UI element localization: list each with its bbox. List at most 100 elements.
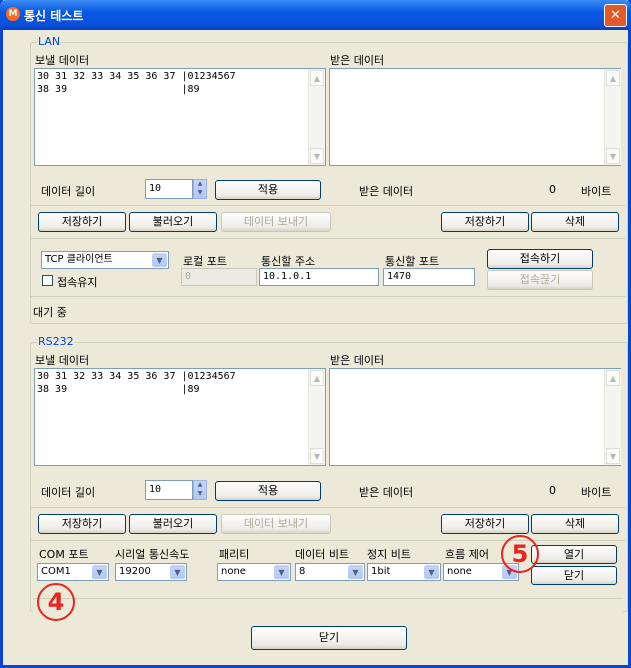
rs232-send-scrollbar[interactable]: ▲ ▼ (308, 369, 325, 465)
lan-bytes-label: 바이트 (581, 185, 612, 198)
annotation-circle-4: 4 (37, 583, 75, 621)
lan-recv-data-count-label: 받은 데이터 (359, 185, 414, 198)
rs232-status-bar (33, 598, 623, 615)
rs232-data-length-input[interactable]: 10 (145, 480, 193, 500)
lan-port-label: 통신할 포트 (385, 255, 440, 268)
baud-rate-value: 19200 (119, 566, 151, 577)
window-close-button[interactable]: ✕ (604, 4, 627, 27)
flow-control-label: 흐름 제어 (445, 548, 489, 561)
lan-recv-count: 0 (549, 183, 556, 196)
app-icon: M (6, 7, 20, 21)
lan-status-text: 대기 중 (33, 306, 67, 319)
rs232-send-data-label: 보낼 데이터 (35, 354, 90, 367)
lan-delete-button[interactable]: 삭제 (531, 212, 619, 232)
rs232-close-button[interactable]: 닫기 (531, 566, 617, 585)
rs232-recv-count: 0 (549, 484, 556, 497)
rs232-recv-data-count-label: 받은 데이터 (359, 486, 414, 499)
lan-divider-3 (31, 296, 625, 297)
lan-send-scrollbar[interactable]: ▲ ▼ (308, 69, 325, 165)
rs232-group-label: RS232 (37, 335, 75, 348)
lan-send-data-button[interactable]: 데이터 보내기 (221, 212, 331, 232)
data-bits-label: 데이터 비트 (295, 548, 350, 561)
chevron-down-icon[interactable]: ▼ (348, 565, 363, 579)
lan-data-length-input[interactable]: 10 (145, 179, 193, 199)
lan-data-length-spinner[interactable]: ▲ ▼ (193, 179, 207, 199)
baud-rate-select[interactable]: 19200 ▼ (115, 563, 187, 581)
chevron-down-icon[interactable]: ▼ (424, 565, 439, 579)
scroll-up-icon[interactable]: ▲ (606, 70, 620, 86)
lan-divider (31, 205, 625, 206)
stop-bits-select[interactable]: 1bit ▼ (367, 563, 441, 581)
lan-divider-2 (31, 238, 625, 239)
com-port-select[interactable]: COM1 ▼ (37, 563, 109, 581)
rs232-data-length-spinner[interactable]: ▲ ▼ (193, 480, 207, 500)
lan-send-textarea[interactable]: 30 31 32 33 34 35 36 37 |01234567 38 39 … (34, 68, 326, 166)
scroll-down-icon[interactable]: ▼ (606, 148, 620, 164)
rs232-save-button[interactable]: 저장하기 (38, 514, 126, 534)
chevron-down-icon[interactable]: ▼ (152, 253, 167, 267)
window-title: 통신 테스트 (24, 9, 84, 23)
stop-bits-label: 정지 비트 (367, 548, 411, 561)
rs232-recv-textarea[interactable] (329, 368, 621, 466)
lan-save-recv-button[interactable]: 저장하기 (441, 212, 529, 232)
rs232-save-recv-button[interactable]: 저장하기 (441, 514, 529, 534)
stop-bits-value: 1bit (371, 566, 391, 577)
chevron-down-icon[interactable]: ▼ (92, 565, 107, 579)
rs232-delete-button[interactable]: 삭제 (531, 514, 619, 534)
annotation-circle-5: 5 (501, 535, 539, 573)
lan-data-length-label: 데이터 길이 (41, 185, 96, 198)
data-bits-select[interactable]: 8 ▼ (295, 563, 365, 581)
lan-load-button[interactable]: 불러오기 (129, 212, 217, 232)
lan-mode-select[interactable]: TCP 클라이언트 ▼ (41, 251, 169, 269)
lan-keep-alive-label[interactable]: 접속유지 (57, 274, 97, 290)
rs232-send-data-button[interactable]: 데이터 보내기 (221, 514, 331, 534)
spin-up-icon[interactable]: ▲ (194, 180, 206, 189)
parity-label: 패리티 (219, 548, 250, 561)
lan-local-port-input[interactable]: 0 (181, 268, 257, 286)
scroll-down-icon[interactable]: ▼ (310, 448, 324, 464)
lan-mode-value: TCP 클라이언트 (45, 254, 113, 265)
lan-recv-scrollbar[interactable]: ▲ ▼ (604, 69, 621, 165)
lan-group-label: LAN (37, 35, 62, 48)
lan-recv-data-label: 받은 데이터 (330, 54, 385, 67)
parity-select[interactable]: none ▼ (217, 563, 291, 581)
lan-recv-textarea[interactable] (329, 68, 621, 166)
chevron-down-icon[interactable]: ▼ (274, 565, 289, 579)
lan-disconnect-button[interactable]: 접속끊기 (487, 270, 593, 290)
baud-rate-label: 시리얼 통신속도 (115, 548, 190, 561)
chevron-down-icon[interactable]: ▼ (170, 565, 185, 579)
lan-local-port-label: 로컬 포트 (183, 255, 227, 268)
rs232-divider-2 (31, 540, 625, 541)
data-bits-value: 8 (299, 566, 306, 577)
scroll-down-icon[interactable]: ▼ (310, 148, 324, 164)
lan-apply-button[interactable]: 적용 (215, 180, 321, 200)
lan-address-input[interactable]: 10.1.0.1 (259, 268, 379, 286)
lan-keep-alive-checkbox[interactable] (42, 275, 53, 286)
rs232-recv-data-label: 받은 데이터 (330, 354, 385, 367)
spin-down-icon[interactable]: ▼ (194, 189, 206, 198)
lan-connect-button[interactable]: 접속하기 (487, 249, 593, 269)
rs232-send-textarea[interactable]: 30 31 32 33 34 35 36 37 |01234567 38 39 … (34, 368, 326, 466)
rs232-load-button[interactable]: 불러오기 (129, 514, 217, 534)
flow-control-value: none (447, 566, 472, 577)
scroll-up-icon[interactable]: ▲ (310, 70, 324, 86)
rs232-open-button[interactable]: 열기 (531, 545, 617, 564)
test-dialog-window: M 통신 테스트 ✕ LAN 보낼 데이터 받은 데이터 30 31 32 33… (0, 0, 631, 668)
lan-port-input[interactable]: 1470 (383, 268, 475, 286)
rs232-recv-scrollbar[interactable]: ▲ ▼ (604, 369, 621, 465)
com-port-label: COM 포트 (39, 548, 89, 561)
title-bar[interactable]: M 통신 테스트 ✕ (0, 0, 631, 30)
spin-up-icon[interactable]: ▲ (194, 481, 206, 490)
scroll-up-icon[interactable]: ▲ (310, 370, 324, 386)
close-button[interactable]: 닫기 (251, 626, 407, 650)
rs232-data-length-label: 데이터 길이 (41, 486, 96, 499)
parity-value: none (221, 566, 246, 577)
lan-save-button[interactable]: 저장하기 (38, 212, 126, 232)
lan-address-label: 통신할 주소 (261, 255, 316, 268)
scroll-up-icon[interactable]: ▲ (606, 370, 620, 386)
rs232-apply-button[interactable]: 적용 (215, 481, 321, 501)
lan-send-data-label: 보낼 데이터 (35, 54, 90, 67)
scroll-down-icon[interactable]: ▼ (606, 448, 620, 464)
spin-down-icon[interactable]: ▼ (194, 490, 206, 499)
rs232-divider (31, 507, 625, 508)
